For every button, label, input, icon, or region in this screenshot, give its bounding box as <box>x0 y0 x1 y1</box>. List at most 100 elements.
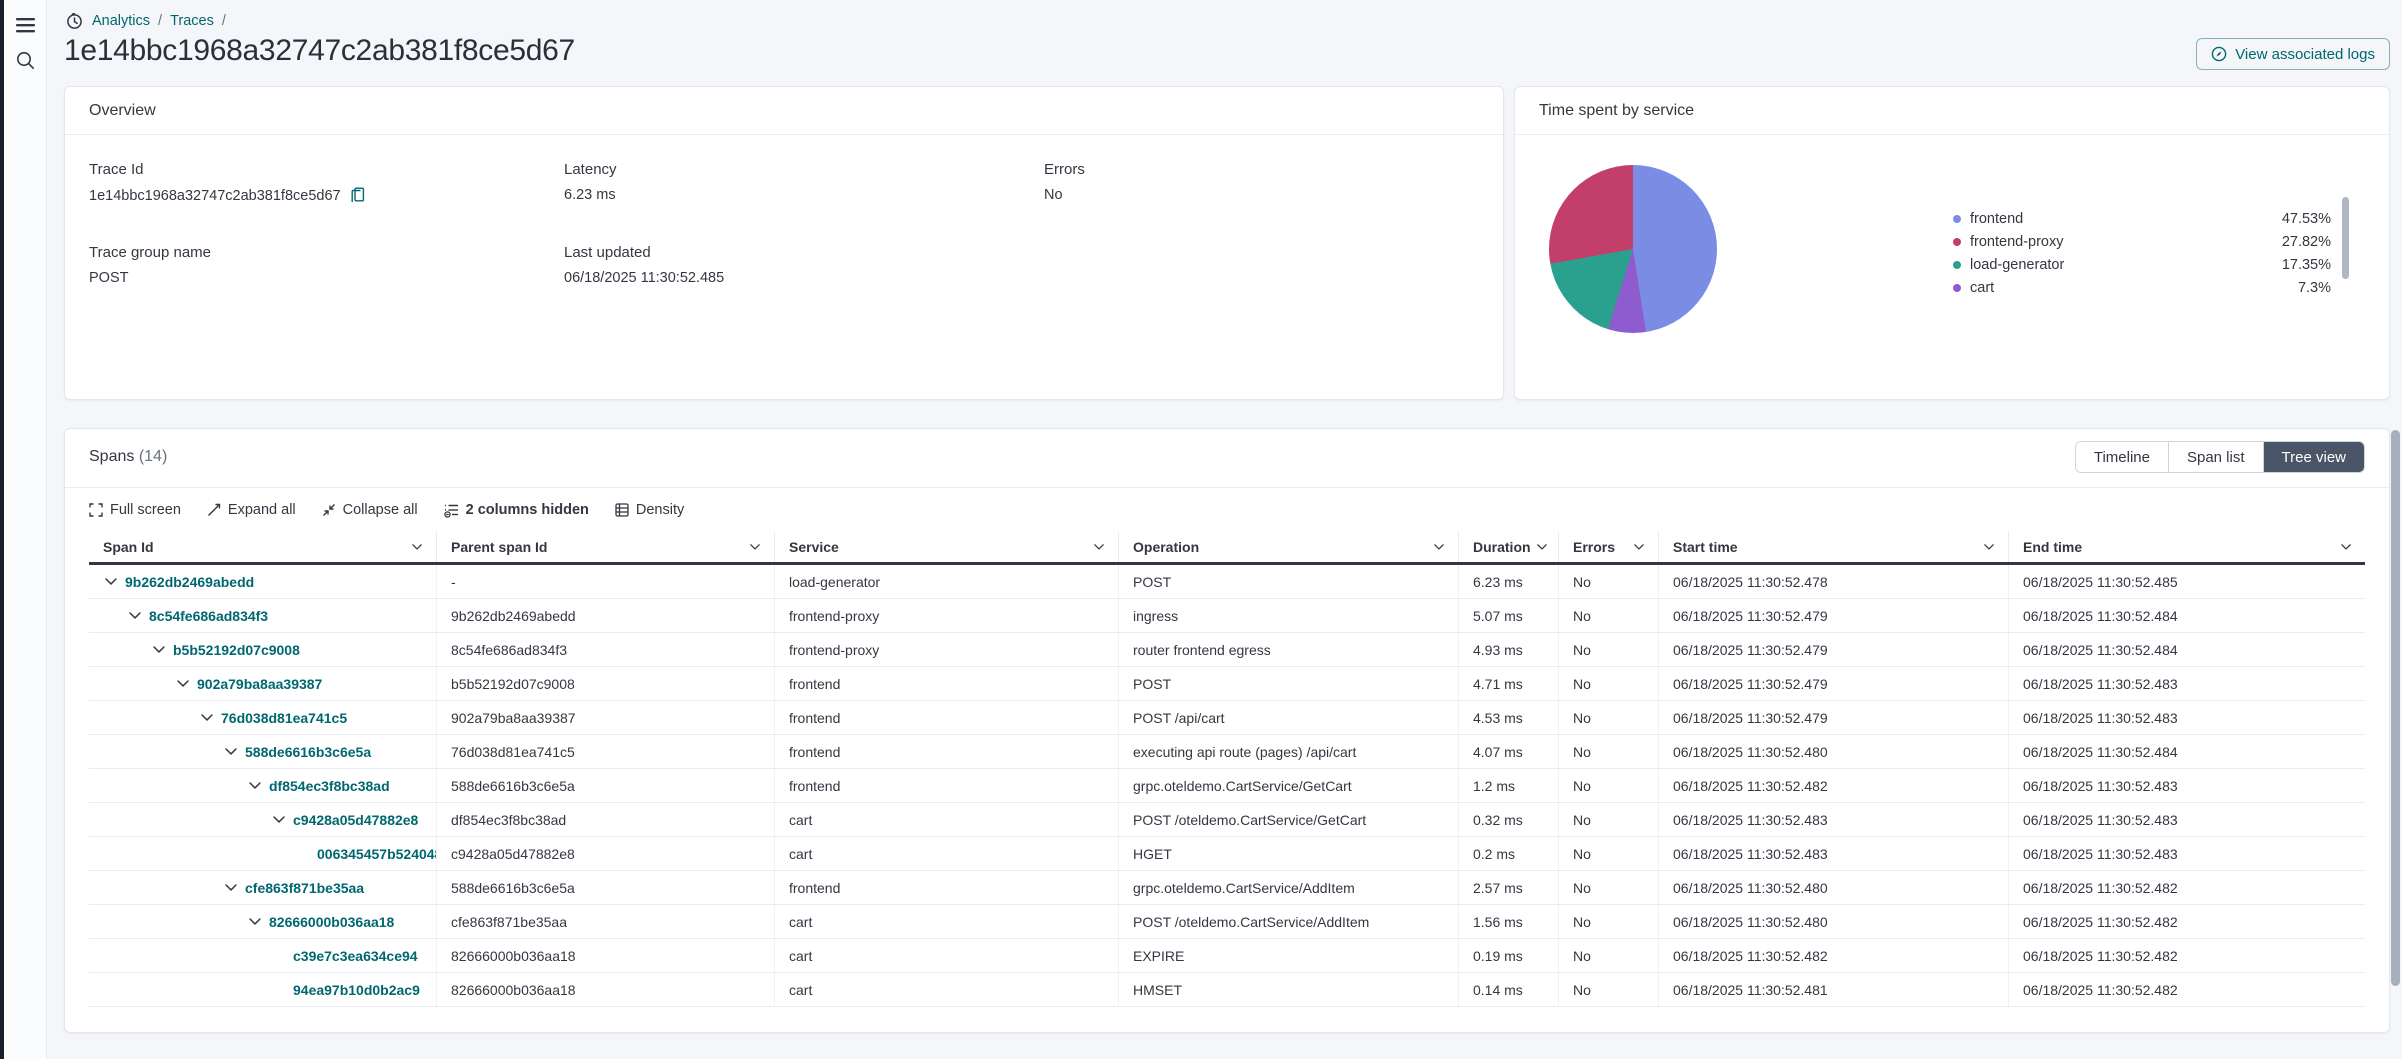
errors-cell: No <box>1559 939 1659 972</box>
chevron-down-icon[interactable] <box>2341 544 2351 550</box>
legend-item[interactable]: cart7.3% <box>1953 276 2331 299</box>
span-id-link[interactable]: c9428a05d47882e8 <box>293 812 418 828</box>
timeline-view-button[interactable]: Timeline <box>2076 442 2169 472</box>
duration-cell: 0.32 ms <box>1459 803 1559 836</box>
start-time-cell: 06/18/2025 11:30:52.479 <box>1659 701 2009 734</box>
chevron-down-icon[interactable] <box>225 884 237 891</box>
service-cell: cart <box>775 973 1119 1006</box>
span-id-link[interactable]: 006345457b524048 <box>317 846 437 862</box>
span-id-cell: b5b52192d07c9008 <box>89 633 437 666</box>
chevron-down-icon[interactable] <box>153 646 165 653</box>
chevron-down-icon[interactable] <box>1537 544 1547 550</box>
chevron-down-icon[interactable] <box>750 544 760 550</box>
chevron-down-icon[interactable] <box>129 612 141 619</box>
operation-cell: HMSET <box>1119 973 1459 1006</box>
view-associated-logs-button[interactable]: View associated logs <box>2196 38 2390 70</box>
expand-all-button[interactable]: Expand all <box>207 502 296 518</box>
span-id-link[interactable]: b5b52192d07c9008 <box>173 642 300 658</box>
parent-span-id-cell: cfe863f871be35aa <box>437 905 775 938</box>
duration-cell: 0.14 ms <box>1459 973 1559 1006</box>
chevron-down-icon[interactable] <box>1634 544 1644 550</box>
breadcrumb-analytics[interactable]: Analytics <box>92 13 150 29</box>
chevron-down-icon[interactable] <box>1984 544 1994 550</box>
span-id-link[interactable]: 8c54fe686ad834f3 <box>149 608 268 624</box>
chevron-down-icon[interactable] <box>412 544 422 550</box>
span-id-link[interactable]: 588de6616b3c6e5a <box>245 744 371 760</box>
legend-scrollbar-thumb[interactable] <box>2342 197 2349 279</box>
last-updated-value: 06/18/2025 11:30:52.485 <box>564 270 1044 286</box>
start-time-cell: 06/18/2025 11:30:52.483 <box>1659 837 2009 870</box>
column-header-start-time[interactable]: Start time <box>1659 532 2009 562</box>
end-time-cell: 06/18/2025 11:30:52.483 <box>2009 803 2365 836</box>
column-header-span-id[interactable]: Span Id <box>89 532 437 562</box>
chevron-down-icon[interactable] <box>201 714 213 721</box>
full-screen-button[interactable]: Full screen <box>89 502 181 518</box>
span-id-cell: 94ea97b10d0b2ac9 <box>89 973 437 1006</box>
column-header-service[interactable]: Service <box>775 532 1119 562</box>
end-time-cell: 06/18/2025 11:30:52.482 <box>2009 905 2365 938</box>
legend-label: cart <box>1970 280 1994 296</box>
table-row: 588de6616b3c6e5a76d038d81ea741c5frontend… <box>89 735 2365 769</box>
legend-item[interactable]: frontend47.53% <box>1953 207 2331 230</box>
span-id-link[interactable]: 902a79ba8aa39387 <box>197 676 322 692</box>
service-cell: cart <box>775 905 1119 938</box>
errors-cell: No <box>1559 599 1659 632</box>
chevron-down-icon[interactable] <box>105 578 117 585</box>
span-id-link[interactable]: 82666000b036aa18 <box>269 914 394 930</box>
chevron-down-icon[interactable] <box>1434 544 1444 550</box>
operation-cell: router frontend egress <box>1119 633 1459 666</box>
parent-span-id-cell: 902a79ba8aa39387 <box>437 701 775 734</box>
pie-legend: frontend47.53%frontend-proxy27.82%load-g… <box>1953 207 2365 333</box>
operation-cell: POST /oteldemo.CartService/GetCart <box>1119 803 1459 836</box>
span-id-cell: 8c54fe686ad834f3 <box>89 599 437 632</box>
span-list-view-button[interactable]: Span list <box>2169 442 2264 472</box>
trace-id-field: Trace Id 1e14bbc1968a32747c2ab381f8ce5d6… <box>89 161 564 204</box>
legend-item[interactable]: frontend-proxy27.82% <box>1953 230 2331 253</box>
tree-view-button[interactable]: Tree view <box>2264 442 2364 472</box>
column-header-end-time[interactable]: End time <box>2009 532 2365 562</box>
columns-hidden-button[interactable]: 2 columns hidden <box>444 502 589 518</box>
search-icon[interactable] <box>15 50 35 70</box>
breadcrumb-traces[interactable]: Traces <box>170 13 214 29</box>
recent-history-icon[interactable] <box>64 11 84 31</box>
table-header-row: Span Id Parent span IdServiceOperationDur… <box>89 532 2365 565</box>
menu-icon[interactable] <box>15 15 35 35</box>
collapse-all-button[interactable]: Collapse all <box>322 502 418 518</box>
span-id-link[interactable]: 94ea97b10d0b2ac9 <box>293 982 420 998</box>
span-id-link[interactable]: 9b262db2469abedd <box>125 574 254 590</box>
chevron-down-icon[interactable] <box>1094 544 1104 550</box>
column-header-operation[interactable]: Operation <box>1119 532 1459 562</box>
chevron-down-icon[interactable] <box>249 782 261 789</box>
span-id-link[interactable]: df854ec3f8bc38ad <box>269 778 390 794</box>
chevron-down-icon[interactable] <box>249 918 261 925</box>
span-id-link[interactable]: 76d038d81ea741c5 <box>221 710 347 726</box>
span-id-link[interactable]: cfe863f871be35aa <box>245 880 364 896</box>
legend-dot-icon <box>1953 215 1961 223</box>
service-cell: frontend-proxy <box>775 633 1119 666</box>
legend-dot-icon <box>1953 284 1961 292</box>
column-header-duration[interactable]: Duration <box>1459 532 1559 562</box>
errors-field: Errors No <box>1044 161 1479 204</box>
breadcrumb: Analytics / Traces / <box>64 10 2390 32</box>
errors-cell: No <box>1559 905 1659 938</box>
density-button[interactable]: Density <box>615 502 684 518</box>
page-scrollbar-thumb[interactable] <box>2391 430 2400 986</box>
service-cell: frontend-proxy <box>775 599 1119 632</box>
column-header-parent-span-id[interactable]: Parent span Id <box>437 532 775 562</box>
chevron-down-icon[interactable] <box>225 748 237 755</box>
legend-item[interactable]: load-generator17.35% <box>1953 253 2331 276</box>
table-row: 76d038d81ea741c5902a79ba8aa39387frontend… <box>89 701 2365 735</box>
expand-icon <box>207 503 221 517</box>
chevron-down-icon[interactable] <box>273 816 285 823</box>
parent-span-id-cell: 588de6616b3c6e5a <box>437 769 775 802</box>
copy-icon[interactable] <box>350 187 365 204</box>
service-cell: frontend <box>775 667 1119 700</box>
time-spent-pie-chart[interactable] <box>1549 165 1717 333</box>
duration-cell: 0.19 ms <box>1459 939 1559 972</box>
latency-value: 6.23 ms <box>564 187 1044 203</box>
column-header-label: Span Id <box>103 539 154 555</box>
column-header-errors[interactable]: Errors <box>1559 532 1659 562</box>
span-id-link[interactable]: c39e7c3ea634ce94 <box>293 948 418 964</box>
chevron-down-icon[interactable] <box>177 680 189 687</box>
service-cell: load-generator <box>775 565 1119 598</box>
